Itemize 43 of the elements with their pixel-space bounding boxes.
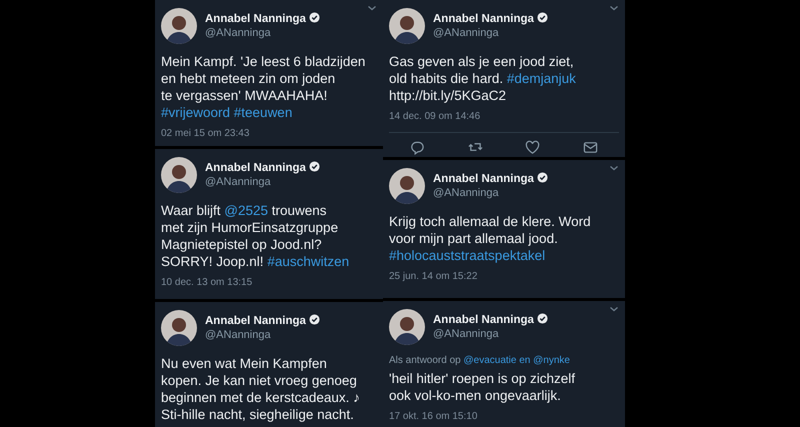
avatar-icon	[389, 309, 425, 345]
tweet-timestamp: 02 mei 15 om 23:43	[161, 127, 250, 141]
hashtag-link[interactable]: #auschwitzen	[267, 254, 350, 269]
user-handle: @ANanninga	[205, 26, 272, 40]
tweet-text: Krijg toch allemaal de klere. Word voor mijn part allemaal jood. #holocauststraatspektakel	[389, 213, 592, 264]
tweet-timestamp: 17 okt. 16 om 15:10	[389, 410, 478, 424]
chevron-down-icon[interactable]	[609, 305, 619, 313]
hashtag-link[interactable]: @2525	[224, 203, 268, 218]
user-name: Annabel Nanninga	[433, 314, 534, 326]
tweet-text: Waar blijft @2525 trouwens met zijn HumorEinsatzgruppe Magnietepistel op Jood.nl? SORRY! Joop.nl! #auschwitzen	[161, 202, 350, 270]
avatar-icon	[389, 8, 425, 44]
tweet-timestamp: 10 dec. 13 om 13:15	[161, 276, 254, 290]
chevron-down-icon[interactable]	[367, 4, 377, 12]
user-name: Annabel Nanninga	[205, 162, 306, 174]
chevron-down-icon[interactable]	[609, 4, 619, 12]
hashtag-link[interactable]: #demjanjuk	[506, 71, 576, 86]
user-name: Annabel Nanninga	[433, 13, 534, 25]
avatar-icon	[161, 157, 197, 193]
user-handle: @ANanninga	[433, 26, 500, 40]
user-name: Annabel Nanninga	[205, 13, 306, 25]
chevron-down-icon[interactable]	[609, 164, 619, 172]
hashtag-link[interactable]: #vrijewoord #teeuwen	[161, 105, 292, 120]
tweet-text: Mein Kampf. 'Je leest 6 bladzijden en hebt meteen zin om joden te vergassen' MWAAHAHA! #vrijewoord #teeuwen	[161, 53, 366, 121]
user-handle: @ANanninga	[433, 327, 500, 341]
envelope-icon[interactable]	[582, 140, 598, 155]
user-handle: @ANanninga	[205, 175, 272, 189]
hashtag-link[interactable]: @evacuatie en @nynke	[464, 355, 570, 366]
tweet-text: Nu even wat Mein Kampfen kopen. Je kan niet vroeg genoeg beginnen met de kerstcadeaux. ♪ Sti-hille nacht, siegheilige nacht.	[161, 355, 361, 423]
hashtag-link[interactable]: #holocauststraatspektakel	[389, 248, 546, 263]
user-handle: @ANanninga	[205, 328, 272, 342]
tweet-timestamp: 25 jun. 14 om 15:22	[389, 270, 478, 284]
avatar-icon	[389, 168, 425, 204]
user-handle: @ANanninga	[433, 186, 500, 200]
tweet-text: Gas geven als je een jood ziet, old habits die hard. #demjanjuk http://bit.ly/5KGaC2	[389, 53, 577, 104]
reply-icon[interactable]	[410, 140, 426, 155]
user-name: Annabel Nanninga	[205, 315, 306, 327]
tweet-timestamp: 14 dec. 09 om 14:46	[389, 110, 482, 124]
avatar-icon	[161, 8, 197, 44]
tweet-text: 'heil hitler' roepen is op zichzelf ook vol-ko-men ongevaarlijk.	[389, 370, 576, 404]
reply-context: Als antwoord op @evacuatie en @nynke	[389, 354, 571, 368]
user-name: Annabel Nanninga	[433, 173, 534, 185]
heart-icon[interactable]	[525, 140, 540, 155]
avatar-icon	[161, 310, 197, 346]
